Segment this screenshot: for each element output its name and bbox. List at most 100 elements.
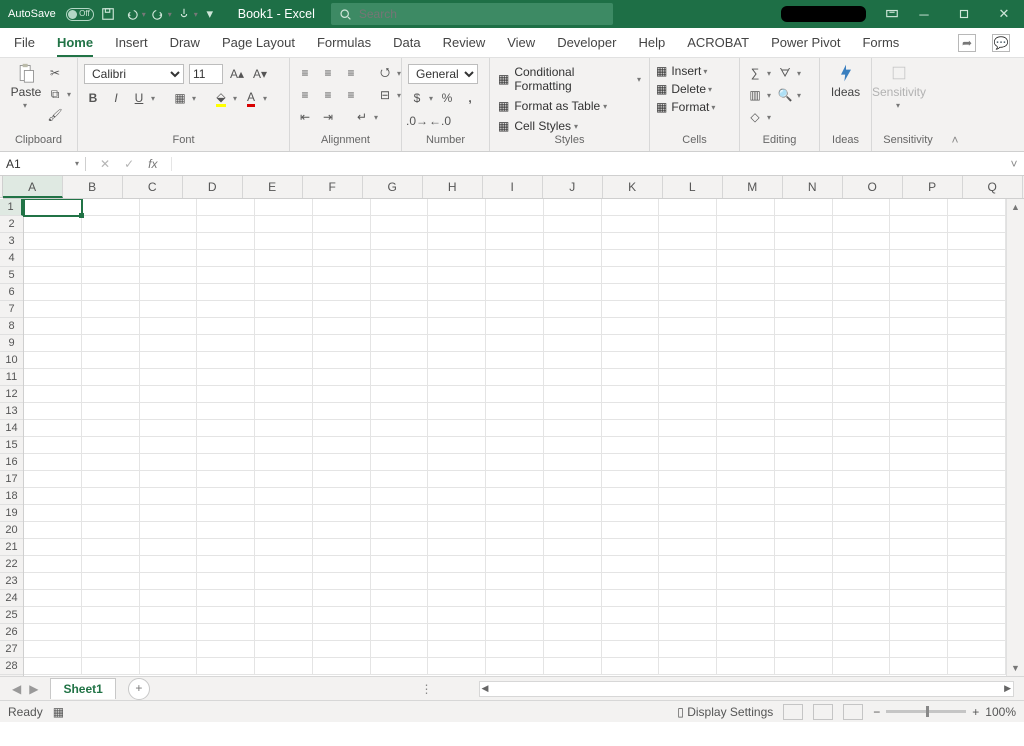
orientation-icon[interactable]: ⭯ <box>376 64 394 82</box>
tab-developer[interactable]: Developer <box>557 35 616 50</box>
column-header-L[interactable]: L <box>663 176 723 198</box>
row-header-11[interactable]: 11 <box>0 369 23 386</box>
macro-recorder-icon[interactable]: ▦ <box>53 705 64 719</box>
chevron-down-icon[interactable]: ▾ <box>75 159 79 168</box>
font-size-input[interactable] <box>189 64 223 84</box>
align-center-icon[interactable]: ≡ <box>319 86 337 104</box>
page-break-view-icon[interactable] <box>843 704 863 720</box>
fill-color-icon[interactable]: ⬙ <box>212 89 230 107</box>
row-header-25[interactable]: 25 <box>0 607 23 624</box>
tab-view[interactable]: View <box>507 35 535 50</box>
number-format-select[interactable]: General <box>408 64 478 84</box>
row-header-27[interactable]: 27 <box>0 641 23 658</box>
align-top-icon[interactable]: ≡ <box>296 64 314 82</box>
italic-button[interactable]: I <box>107 89 125 107</box>
row-header-21[interactable]: 21 <box>0 539 23 556</box>
merge-center-icon[interactable]: ⊟ <box>376 86 394 104</box>
autosum-icon[interactable]: ∑ <box>746 64 764 82</box>
row-header-1[interactable]: 1 <box>0 199 23 216</box>
clear-icon[interactable]: ◇ <box>746 108 764 126</box>
formula-input[interactable] <box>172 152 1004 175</box>
minimize-icon[interactable]: ─ <box>904 0 944 28</box>
row-header-19[interactable]: 19 <box>0 505 23 522</box>
column-header-P[interactable]: P <box>903 176 963 198</box>
borders-icon[interactable]: ▦ <box>171 89 189 107</box>
row-header-24[interactable]: 24 <box>0 590 23 607</box>
row-header-26[interactable]: 26 <box>0 624 23 641</box>
column-header-Q[interactable]: Q <box>963 176 1023 198</box>
column-header-N[interactable]: N <box>783 176 843 198</box>
row-header-22[interactable]: 22 <box>0 556 23 573</box>
row-header-10[interactable]: 10 <box>0 352 23 369</box>
tab-draw[interactable]: Draw <box>170 35 200 50</box>
select-all-triangle[interactable] <box>0 176 3 198</box>
undo-icon[interactable] <box>120 2 144 26</box>
column-header-O[interactable]: O <box>843 176 903 198</box>
sheet-nav-next-icon[interactable]: ▶ <box>29 682 38 696</box>
name-box[interactable]: A1▾ <box>0 157 86 171</box>
decrease-indent-icon[interactable]: ⇤ <box>296 108 314 126</box>
search-input[interactable] <box>359 7 605 21</box>
percent-format-icon[interactable]: % <box>438 89 456 107</box>
expand-formula-bar-icon[interactable]: ˅ <box>1004 157 1024 171</box>
tab-acrobat[interactable]: ACROBAT <box>687 35 749 50</box>
row-header-12[interactable]: 12 <box>0 386 23 403</box>
column-header-J[interactable]: J <box>543 176 603 198</box>
fill-icon[interactable]: ▥ <box>746 86 764 104</box>
tab-formulas[interactable]: Formulas <box>317 35 371 50</box>
row-header-7[interactable]: 7 <box>0 301 23 318</box>
customize-qat-icon[interactable]: ▾ <box>198 2 222 26</box>
align-right-icon[interactable]: ≡ <box>342 86 360 104</box>
redo-icon[interactable] <box>146 2 170 26</box>
column-header-D[interactable]: D <box>183 176 243 198</box>
row-header-8[interactable]: 8 <box>0 318 23 335</box>
format-as-table-button[interactable]: ▦Format as Table▾ <box>496 98 643 114</box>
column-header-I[interactable]: I <box>483 176 543 198</box>
row-header-23[interactable]: 23 <box>0 573 23 590</box>
collapse-ribbon-icon[interactable]: ˄ <box>944 58 966 151</box>
touch-mouse-icon[interactable] <box>172 2 196 26</box>
sheet-nav-prev-icon[interactable]: ◀ <box>12 682 21 696</box>
format-painter-icon[interactable]: 🖌 <box>46 106 64 124</box>
row-header-6[interactable]: 6 <box>0 284 23 301</box>
column-header-A[interactable]: A <box>3 176 63 198</box>
cancel-formula-icon[interactable]: ✕ <box>100 157 110 171</box>
ribbon-display-options-icon[interactable] <box>880 2 904 26</box>
search-box[interactable] <box>331 3 613 25</box>
comments-button[interactable]: 💬 <box>992 34 1010 52</box>
row-header-16[interactable]: 16 <box>0 454 23 471</box>
row-header-2[interactable]: 2 <box>0 216 23 233</box>
column-header-F[interactable]: F <box>303 176 363 198</box>
tab-data[interactable]: Data <box>393 35 420 50</box>
tab-insert[interactable]: Insert <box>115 35 148 50</box>
row-header-14[interactable]: 14 <box>0 420 23 437</box>
align-middle-icon[interactable]: ≡ <box>319 64 337 82</box>
column-header-E[interactable]: E <box>243 176 303 198</box>
tab-forms[interactable]: Forms <box>862 35 899 50</box>
sort-filter-icon[interactable]: ᗊ <box>776 64 794 82</box>
normal-view-icon[interactable] <box>783 704 803 720</box>
ideas-button[interactable]: Ideas <box>826 61 865 99</box>
tab-page-layout[interactable]: Page Layout <box>222 35 295 50</box>
row-header-17[interactable]: 17 <box>0 471 23 488</box>
decrease-decimal-icon[interactable]: ←.0 <box>431 112 449 130</box>
format-cells-button[interactable]: ▦Format▾ <box>656 100 715 114</box>
new-sheet-button[interactable]: + <box>128 678 150 700</box>
increase-indent-icon[interactable]: ⇥ <box>319 108 337 126</box>
accounting-format-icon[interactable]: $ <box>408 89 426 107</box>
tab-home[interactable]: Home <box>57 35 93 57</box>
underline-button[interactable]: U <box>130 89 148 107</box>
font-name-select[interactable]: Calibri <box>84 64 184 84</box>
row-header-28[interactable]: 28 <box>0 658 23 675</box>
row-header-3[interactable]: 3 <box>0 233 23 250</box>
insert-function-icon[interactable]: fx <box>148 157 157 171</box>
row-header-15[interactable]: 15 <box>0 437 23 454</box>
zoom-out-icon[interactable]: − <box>873 705 880 719</box>
column-headers[interactable]: ABCDEFGHIJKLMNOPQ <box>3 176 1023 199</box>
cell-styles-button[interactable]: ▦Cell Styles▾ <box>496 118 643 134</box>
close-icon[interactable]: ✕ <box>984 0 1024 28</box>
comma-format-icon[interactable]: , <box>461 89 479 107</box>
tab-power-pivot[interactable]: Power Pivot <box>771 35 840 50</box>
page-layout-view-icon[interactable] <box>813 704 833 720</box>
bold-button[interactable]: B <box>84 89 102 107</box>
